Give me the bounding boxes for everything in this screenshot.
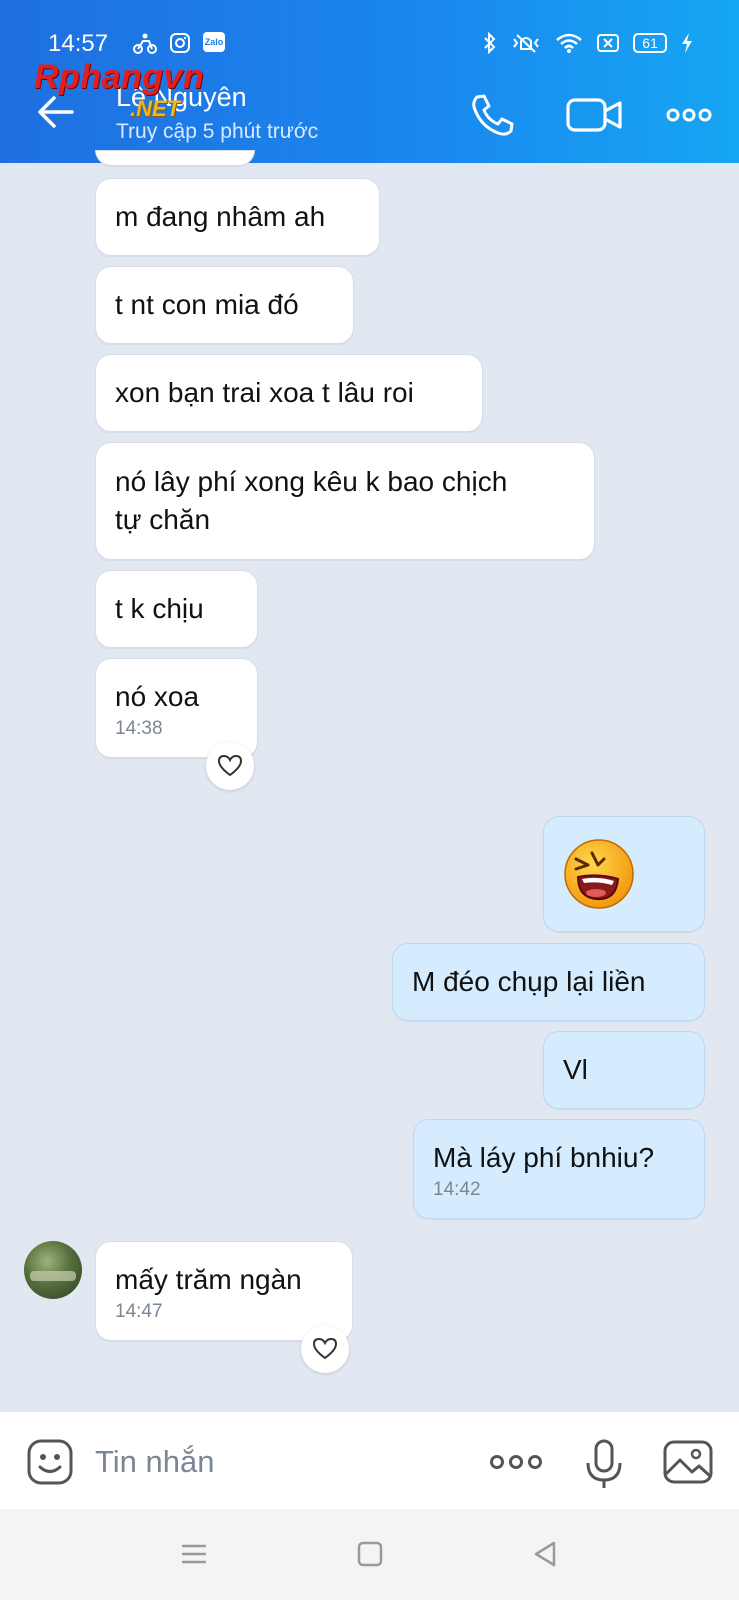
message-text: mấy trăm ngàn [115,1264,302,1295]
message-text: t k chịu [115,593,204,624]
message-bubble-sent[interactable]: Mà láy phí bnhiu? 14:42 [413,1119,705,1219]
message-timestamp: 14:42 [433,1179,481,1200]
message-timestamp: 14:47 [115,1301,163,1322]
send-image-button[interactable] [662,1438,714,1486]
message-input[interactable]: Tin nhắn [95,1444,215,1480]
emoji-picker-button[interactable] [26,1438,74,1486]
instagram-icon [169,32,191,54]
message-bubble-sent[interactable]: Vl [543,1031,705,1109]
message-bubble-partial [95,150,255,166]
video-camera-icon [566,98,622,132]
message-bubble[interactable]: t k chịu [95,570,258,648]
message-text: Mà láy phí bnhiu? [433,1142,655,1173]
charging-icon [681,32,693,54]
message-bubble[interactable]: xon bạn trai xoa t lâu roi [95,354,483,432]
chat-header: 14:57 Zalo 61 Lê Nguyên Truy cập 5 phút … [0,0,739,163]
more-actions-button[interactable] [488,1438,544,1486]
heart-icon [312,1337,338,1360]
microphone-icon [586,1439,622,1488]
voice-call-button[interactable] [468,92,518,138]
message-bubble-sent[interactable]: M đéo chụp lại liền [392,943,705,1021]
message-timestamp: 14:38 [115,718,163,739]
home-square-icon[interactable] [355,1539,385,1569]
sim-icon [597,33,619,53]
message-bubble[interactable]: mấy trăm ngàn 14:47 [95,1241,353,1341]
wifi-icon [555,32,583,54]
message-bubble[interactable]: nó lây phí xong kêu k bao chịch tự chăn [95,442,595,560]
bluetooth-icon [483,32,497,54]
message-text: nó xoa [115,681,200,712]
react-heart-button[interactable] [206,742,254,790]
contact-avatar[interactable] [24,1241,82,1299]
message-text: t nt con mia đó [115,289,299,320]
vibrate-icon [511,32,541,54]
watermark-suffix: .NET [130,96,181,121]
back-triangle-icon[interactable] [530,1539,560,1569]
phone-icon [472,94,514,136]
status-time: 14:57 [48,30,109,57]
message-text: M đéo chụp lại liền [412,966,646,997]
watermark-text: Rphangvn [34,58,205,96]
image-icon [663,1440,713,1484]
more-dots-icon [666,108,712,122]
status-bar: 14:57 Zalo 61 [0,0,739,64]
react-heart-button[interactable] [301,1325,349,1373]
more-options-button[interactable] [666,92,712,138]
sticker-smile-icon [27,1439,73,1485]
recents-menu-icon[interactable] [179,1539,209,1569]
watermark-logo: Rphangvn .NET [34,58,264,124]
video-call-button[interactable] [565,92,625,138]
message-bubble-sent[interactable] [543,816,705,932]
system-nav-bar [0,1509,739,1600]
voice-record-button[interactable] [580,1438,628,1488]
battery-icon: 61 [633,33,667,53]
message-text: Vl [563,1054,588,1085]
message-bubble[interactable]: m đang nhâm ah [95,178,380,256]
more-dots-icon [490,1455,542,1469]
heart-icon [217,754,243,777]
message-composer: Tin nhắn [0,1411,739,1509]
motorbike-icon [133,32,157,54]
zalo-icon: Zalo [203,32,225,52]
message-text: xon bạn trai xoa t lâu roi [115,377,414,408]
message-bubble[interactable]: t nt con mia đó [95,266,354,344]
message-text: m đang nhâm ah [115,201,326,232]
message-text: nó lây phí xong kêu k bao chịch tự chăn [115,466,508,535]
laughing-face-icon [564,839,634,909]
